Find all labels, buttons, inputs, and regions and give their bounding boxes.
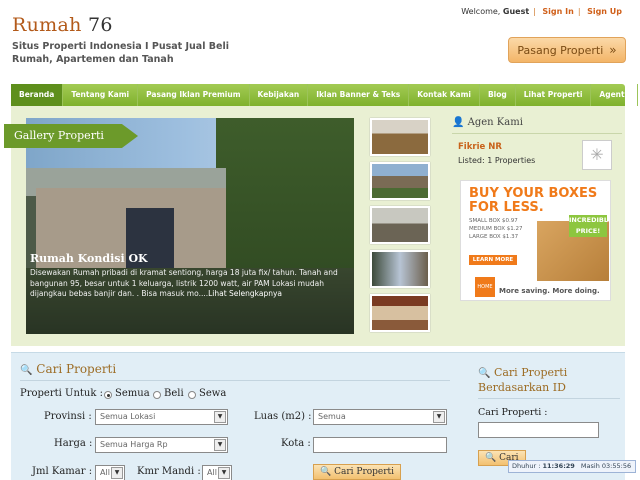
- provinsi-label: Provinsi :: [44, 411, 92, 422]
- main-nav: Beranda Tentang Kami Pasang Iklan Premiu…: [11, 84, 639, 106]
- logo-number: 76: [87, 14, 113, 36]
- luas-label: Luas (m2) :: [254, 411, 312, 422]
- chevron-down-icon: ▼: [218, 467, 230, 479]
- kamar-value: All: [100, 468, 110, 477]
- luas-value: Semua: [318, 412, 346, 421]
- site-logo[interactable]: Rumah 76: [12, 14, 113, 36]
- chevron-down-icon: ▼: [111, 467, 123, 479]
- thumbnail-1[interactable]: [370, 118, 430, 156]
- jml-kamar-label: Jml Kamar :: [32, 466, 93, 477]
- gallery-slide[interactable]: Rumah Kondisi OK Disewakan Rumah pribadi…: [26, 118, 354, 334]
- agen-title-text: Agen Kami: [467, 117, 523, 128]
- gallery-description: Disewakan Rumah pribadi di kramat sentio…: [30, 268, 352, 300]
- search-heading: 🔍 Cari Properti: [20, 362, 116, 376]
- provinsi-select[interactable]: Semua Lokasi ▼: [95, 409, 228, 425]
- logo-text: Rumah: [12, 14, 82, 36]
- nav-item-kontak-kami[interactable]: Kontak Kami: [409, 84, 480, 106]
- radio-sewa-label: Sewa: [199, 388, 227, 399]
- radio-semua-label: Semua: [115, 388, 150, 399]
- search-id-heading: 🔍 Cari Properti Berdasarkan ID: [478, 366, 640, 395]
- radio-semua[interactable]: [104, 391, 112, 399]
- agent-name-link[interactable]: Fikrie NR: [458, 142, 502, 152]
- nav-item-blog[interactable]: Blog: [480, 84, 516, 106]
- divider: [478, 398, 620, 399]
- snowflake-icon: ✳: [590, 145, 604, 164]
- properti-untuk-label: Properti Untuk :: [20, 388, 103, 399]
- gallery-title: Rumah Kondisi OK: [30, 252, 148, 265]
- nav-item-tentang-kami[interactable]: Tentang Kami: [63, 84, 139, 106]
- kmr-mandi-label: Kmr Mandi :: [137, 466, 201, 477]
- ad-headline: BUY YOUR BOXES FOR LESS.: [469, 186, 598, 215]
- prayer-time: 11:36:29: [542, 462, 575, 470]
- agent-listing-count: Listed: 1 Properties: [458, 156, 536, 165]
- ad-prices: SMALL BOX $0.97 MEDIUM BOX $1.27 LARGE B…: [469, 217, 523, 241]
- nav-item-kebijakan[interactable]: Kebijakan: [250, 84, 309, 106]
- jml-kamar-select[interactable]: All ▼: [95, 465, 125, 480]
- kota-input[interactable]: [313, 437, 447, 453]
- sign-up-link[interactable]: Sign Up: [587, 7, 622, 16]
- site-tagline: Situs Properti Indonesia I Pusat Jual Be…: [12, 41, 229, 65]
- banner-ad[interactable]: BUY YOUR BOXES FOR LESS. SMALL BOX $0.97…: [460, 180, 611, 301]
- provinsi-value: Semua Lokasi: [100, 412, 156, 421]
- ad-learn-more-button[interactable]: LEARN MORE: [469, 255, 517, 265]
- kota-label: Kota :: [281, 438, 311, 449]
- search-id-title-text: Cari Properti Berdasarkan ID: [478, 366, 568, 394]
- gallery-tag: Gallery Properti: [4, 124, 138, 148]
- chevron-down-icon: ▼: [433, 411, 445, 423]
- nav-item-agents[interactable]: Agents: [591, 84, 639, 106]
- pasang-properti-button[interactable]: Pasang Properti »: [508, 37, 626, 63]
- ad-price-medium: MEDIUM BOX $1.27: [469, 226, 523, 232]
- divider: [452, 133, 622, 134]
- prayer-countdown: Masih 03:55:56: [580, 462, 632, 470]
- magnifier-icon: 🔍: [320, 467, 332, 477]
- ad-price-large: LARGE BOX $1.37: [469, 234, 519, 240]
- magnifier-icon: 🔍: [478, 368, 491, 379]
- search-id-input[interactable]: [478, 422, 599, 438]
- read-more-link[interactable]: Lihat Selengkapnya: [208, 289, 282, 298]
- radio-beli-label: Beli: [164, 388, 184, 399]
- ad-price-small: SMALL BOX $0.97: [469, 218, 518, 224]
- thumbnail-5[interactable]: [370, 294, 430, 332]
- chevron-down-icon: ▼: [214, 411, 226, 423]
- mandi-value: All: [207, 468, 217, 477]
- ad-price-badge: INCREDIBLE PRICE!: [569, 215, 611, 237]
- gallery-thumbnails: [370, 118, 432, 338]
- pasang-label: Pasang Properti: [517, 44, 604, 57]
- ad-slogan: More saving. More doing.: [499, 287, 600, 295]
- agen-heading: 👤 Agen Kami: [452, 117, 523, 128]
- thumbnail-3[interactable]: [370, 206, 430, 244]
- chevron-down-icon: ▼: [214, 439, 226, 451]
- nav-item-beranda[interactable]: Beranda: [11, 84, 64, 106]
- ad-brand-logo: HOME DEPOT: [475, 277, 495, 297]
- radio-beli[interactable]: [153, 391, 161, 399]
- user-icon: 👤: [452, 117, 465, 128]
- double-chevron-right-icon: »: [609, 43, 617, 57]
- harga-select[interactable]: Semua Harga Rp ▼: [95, 437, 228, 453]
- nav-item-lihat-properti[interactable]: Lihat Properti: [516, 84, 592, 106]
- cari-properti-button[interactable]: 🔍 Cari Properti: [313, 464, 402, 480]
- agent-avatar[interactable]: ✳: [582, 140, 612, 170]
- kmr-mandi-select[interactable]: All ▼: [202, 465, 232, 480]
- harga-value: Semua Harga Rp: [100, 440, 168, 449]
- description-text: Disewakan Rumah pribadi di kramat sentio…: [30, 268, 338, 298]
- prayer-time-widget: Dhuhur : 11:36:29 Masih 03:55:56: [508, 460, 636, 473]
- thumbnail-4[interactable]: [370, 250, 430, 288]
- nav-item-pasang-iklan-premium[interactable]: Pasang Iklan Premium: [138, 84, 250, 106]
- magnifier-icon: 🔍: [20, 365, 33, 376]
- divider: [20, 380, 450, 381]
- magnifier-icon: 🔍: [485, 453, 497, 463]
- search-title-text: Cari Properti: [36, 362, 117, 376]
- radio-sewa[interactable]: [188, 391, 196, 399]
- luas-select[interactable]: Semua ▼: [313, 409, 447, 425]
- nav-item-iklan-banner[interactable]: Iklan Banner & Teks: [308, 84, 410, 106]
- guest-name: Guest: [502, 7, 530, 16]
- harga-label: Harga :: [54, 438, 93, 449]
- search-id-label: Cari Properti :: [478, 407, 548, 418]
- sign-in-link[interactable]: Sign In: [542, 7, 573, 16]
- cari-properti-label: Cari Properti: [334, 467, 395, 477]
- prayer-label: Dhuhur :: [512, 462, 541, 470]
- welcome-text: Welcome,: [461, 7, 501, 16]
- thumbnail-2[interactable]: [370, 162, 430, 200]
- user-bar: Welcome, Guest | Sign In | Sign Up: [461, 7, 622, 16]
